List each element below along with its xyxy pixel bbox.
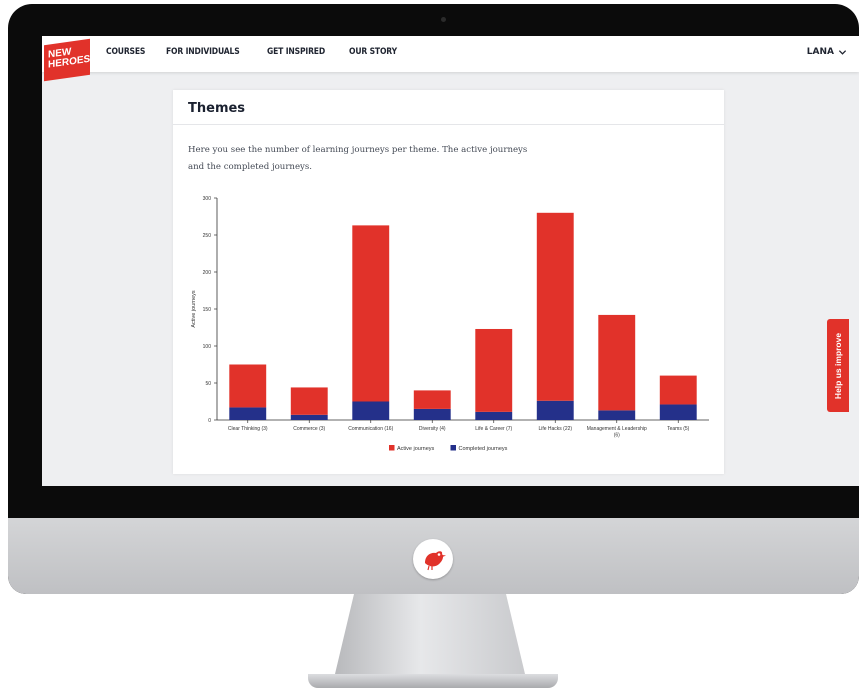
y-tick-label: 0 — [208, 418, 211, 424]
bar-completed — [290, 414, 328, 420]
bar-active — [536, 212, 574, 401]
legend-label: Completed journeys — [459, 446, 508, 452]
legend-swatch — [450, 445, 456, 451]
y-tick-label: 150 — [203, 307, 212, 313]
x-tick-label: Life & Career (7) — [475, 426, 512, 432]
camera — [441, 17, 446, 22]
nav-link-courses[interactable]: COURSES — [106, 47, 145, 57]
bar-active — [413, 390, 451, 409]
bar-active — [598, 314, 636, 411]
monitor-frame: NEW HEROES COURSES FOR INDIVIDUALS GET I… — [8, 4, 859, 594]
bar-active — [659, 375, 697, 405]
user-name: LANA — [806, 47, 834, 57]
bar-active — [229, 364, 267, 408]
legend-label: Active journeys — [397, 446, 435, 452]
bar-completed — [659, 404, 697, 420]
monitor-stand — [335, 594, 525, 674]
bar-completed — [475, 411, 513, 420]
nav-link-get-inspired[interactable]: GET INSPIRED — [267, 47, 325, 57]
nav-link-our-story[interactable]: OUR STORY — [349, 47, 397, 57]
top-navbar: NEW HEROES COURSES FOR INDIVIDUALS GET I… — [42, 36, 859, 82]
chevron-down-icon — [838, 49, 847, 55]
legend-swatch — [389, 445, 395, 451]
x-tick-label: (6) — [614, 433, 620, 439]
y-tick-label: 250 — [203, 233, 212, 239]
x-tick-label: Teams (5) — [667, 426, 690, 432]
themes-card: Themes Here you see the number of learni… — [173, 90, 724, 474]
bar-completed — [536, 400, 574, 420]
bar-active — [475, 328, 513, 412]
nav-links: COURSES FOR INDIVIDUALS GET INSPIRED OUR… — [106, 47, 406, 57]
brand-logo[interactable]: NEW HEROES — [44, 38, 90, 82]
bar-active — [352, 225, 390, 402]
bar-completed — [413, 408, 451, 420]
nav-link-for-individuals[interactable]: FOR INDIVIDUALS — [166, 47, 240, 57]
themes-bar-chart: 0 50 100 150 200 250 300 Active journeys Clear T… — [191, 196, 709, 452]
bar-active — [290, 387, 328, 415]
y-tick-label: 300 — [203, 196, 212, 202]
x-tick-label: Life Hacks (22) — [538, 426, 572, 432]
bar-completed — [229, 407, 267, 420]
x-tick-label: Commerce (3) — [293, 426, 325, 432]
y-tick-label: 200 — [203, 270, 212, 276]
x-tick-label: Communication (16) — [348, 426, 393, 432]
screen: NEW HEROES COURSES FOR INDIVIDUALS GET I… — [42, 36, 859, 486]
bar-completed — [598, 410, 636, 420]
monitor-stand-base — [308, 674, 558, 688]
bird-logo-icon — [413, 539, 453, 579]
bar-completed — [352, 401, 390, 420]
y-tick-label: 100 — [203, 344, 212, 350]
help-us-improve-tab[interactable]: Help us improve — [827, 319, 849, 412]
x-tick-label: Management & Leadership — [587, 426, 647, 432]
monitor-chin — [8, 518, 859, 594]
help-tab-label: Help us improve — [833, 332, 843, 399]
x-tick-label: Diversity (4) — [419, 426, 446, 432]
y-tick-label: 50 — [205, 381, 211, 387]
card-header: Themes — [173, 90, 724, 125]
y-axis-label: Active journeys — [191, 290, 197, 328]
card-description: Here you see the number of learning jour… — [188, 145, 528, 172]
card-title: Themes — [188, 101, 246, 116]
x-tick-label: Clear Thinking (3) — [228, 426, 268, 432]
user-menu[interactable]: LANA — [807, 47, 847, 57]
